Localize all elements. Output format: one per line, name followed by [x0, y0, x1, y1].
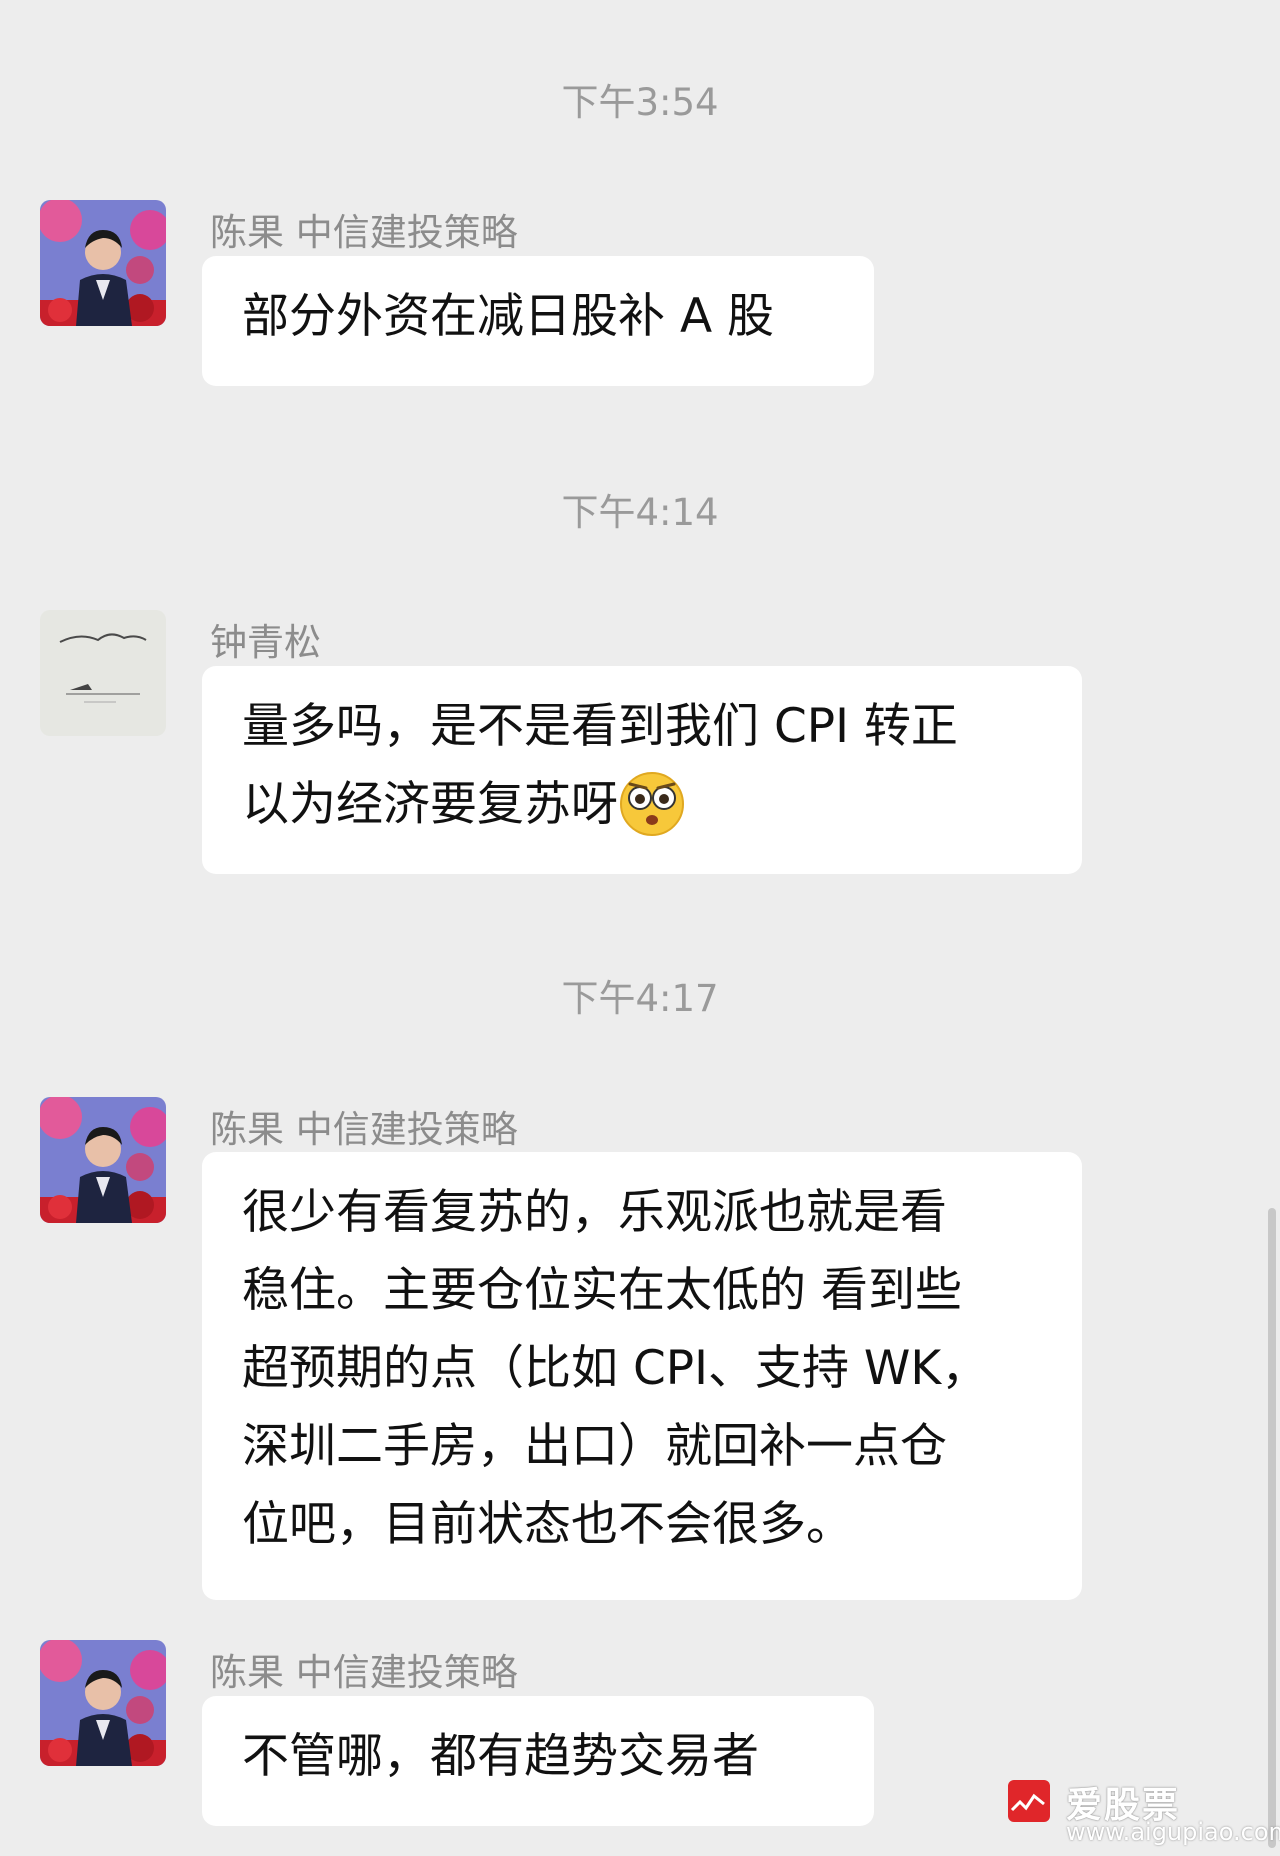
timestamp: 下午3:54 [561, 81, 719, 124]
message-text-line: 以为经济要复苏呀 [242, 766, 1042, 844]
avatar-person-image [40, 1097, 166, 1223]
message-text-line: 位吧，目前状态也不会很多。 [242, 1497, 853, 1552]
avatar-person-image [40, 1640, 166, 1766]
message-text: 量多吗，是不是看到我们 CPI 转正 [242, 699, 958, 754]
message-text-line: 稳住。主要仓位实在太低的 看到些 [242, 1263, 962, 1318]
message-text-line: 超预期的点（比如 CPI、支持 WK， [242, 1341, 989, 1396]
scrollbar[interactable] [1268, 1208, 1276, 1848]
message-text: 不管哪，都有趋势交易者 [242, 1729, 759, 1784]
avatar[interactable] [40, 200, 166, 326]
avatar-landscape-image [40, 610, 166, 736]
sender-name: 陈果 中信建投策略 [210, 1651, 518, 1694]
avatar[interactable] [40, 1640, 166, 1766]
sender-name: 钟青松 [210, 621, 321, 664]
watermark-logo-icon [1008, 1780, 1050, 1822]
watermark: 爱股票 www.aigupiao.com [1008, 1780, 1280, 1850]
watermark-url: www.aigupiao.com [1066, 1818, 1280, 1846]
avatar[interactable] [40, 1097, 166, 1223]
message-text-line: 很少有看复苏的，乐观派也就是看 [242, 1185, 947, 1240]
message-text: 部分外资在减日股补 A 股 [242, 289, 775, 344]
timestamp: 下午4:14 [561, 491, 719, 534]
message-text-line: 深圳二手房，出口）就回补一点仓 [242, 1419, 947, 1474]
avatar-person-image [40, 200, 166, 326]
avatar[interactable] [40, 610, 166, 736]
sender-name: 陈果 中信建投策略 [210, 1108, 518, 1151]
message-bubble[interactable]: 很少有看复苏的，乐观派也就是看 稳住。主要仓位实在太低的 看到些 超预期的点（比… [202, 1152, 1082, 1600]
timestamp: 下午4:17 [561, 977, 719, 1020]
sender-name: 陈果 中信建投策略 [210, 211, 518, 254]
flushed-face-emoji [620, 771, 684, 836]
message-bubble[interactable]: 部分外资在减日股补 A 股 [202, 256, 874, 386]
message-bubble[interactable]: 不管哪，都有趋势交易者 [202, 1696, 874, 1826]
message-bubble[interactable]: 量多吗，是不是看到我们 CPI 转正 以为经济要复苏呀 [202, 666, 1082, 874]
